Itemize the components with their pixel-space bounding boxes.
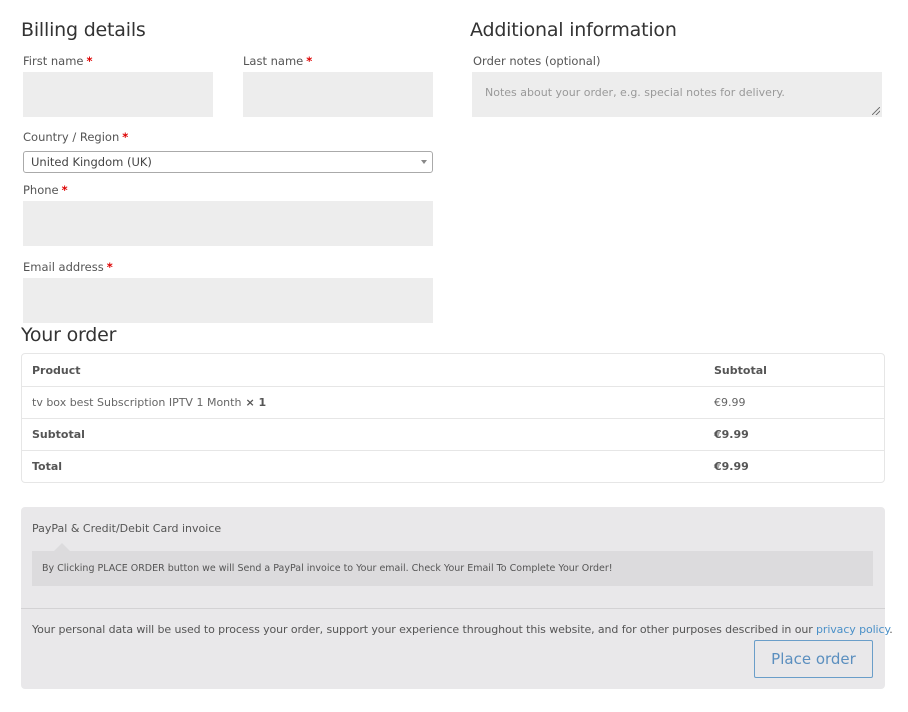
country-select-value: United Kingdom (UK) [31,155,152,169]
payment-section: PayPal & Credit/Debit Card invoice By Cl… [21,507,893,689]
subtotal-column-header: Subtotal [714,363,767,377]
place-order-button[interactable]: Place order [754,640,873,678]
total-label: Total [22,450,704,482]
table-header-row: Product Subtotal [22,354,884,386]
billing-details-heading: Billing details [21,19,146,41]
product-name-cell: tv box best Subscription IPTV 1 Month × 1 [22,386,704,418]
country-label-text: Country / Region [23,130,120,144]
subtotal-label: Subtotal [22,418,704,450]
required-marker: * [306,54,313,68]
order-notes-label: Order notes (optional) [473,54,601,68]
additional-information-heading: Additional information [470,19,677,41]
table-row: tv box best Subscription IPTV 1 Month × 1… [22,386,884,418]
email-input[interactable] [23,278,433,323]
required-marker: * [122,130,129,144]
email-label: Email address * [23,260,113,274]
order-notes-textarea[interactable]: Notes about your order, e.g. special not… [472,72,882,117]
privacy-notice: Your personal data will be used to proce… [32,623,893,636]
last-name-label: Last name * [243,54,312,68]
required-marker: * [106,260,113,274]
your-order-heading: Your order [21,324,117,346]
product-name: tv box best Subscription IPTV 1 Month [32,396,242,409]
privacy-notice-text: Your personal data will be used to proce… [32,623,817,636]
privacy-policy-link[interactable]: privacy policy [816,623,889,636]
required-marker: * [61,183,68,197]
product-column-header: Product [32,363,81,377]
resize-handle-icon[interactable] [872,107,880,115]
total-value: €9.99 [704,450,884,482]
payment-divider [21,608,885,609]
first-name-label: First name * [23,54,93,68]
payment-method-label[interactable]: PayPal & Credit/Debit Card invoice [32,522,221,535]
last-name-input[interactable] [243,72,433,117]
product-price: €9.99 [704,386,884,418]
country-label: Country / Region * [23,130,128,144]
subtotal-row: Subtotal €9.99 [22,418,884,450]
product-quantity: × 1 [245,396,267,409]
order-notes-placeholder: Notes about your order, e.g. special not… [485,86,785,99]
last-name-label-text: Last name [243,54,304,68]
phone-input[interactable] [23,201,433,246]
required-marker: * [86,54,93,68]
order-review-table: Product Subtotal tv box best Subscriptio… [21,353,885,483]
phone-label: Phone * [23,183,68,197]
phone-label-text: Phone [23,183,59,197]
first-name-input[interactable] [23,72,213,117]
privacy-notice-end: . [889,623,893,636]
first-name-label-text: First name [23,54,84,68]
total-row: Total €9.99 [22,450,884,482]
payment-method-description-box: By Clicking PLACE ORDER button we will S… [32,543,873,586]
country-select[interactable]: United Kingdom (UK) [23,151,433,173]
subtotal-value: €9.99 [704,418,884,450]
chevron-down-icon [421,160,427,164]
payment-method-description: By Clicking PLACE ORDER button we will S… [42,563,613,574]
email-label-text: Email address [23,260,104,274]
